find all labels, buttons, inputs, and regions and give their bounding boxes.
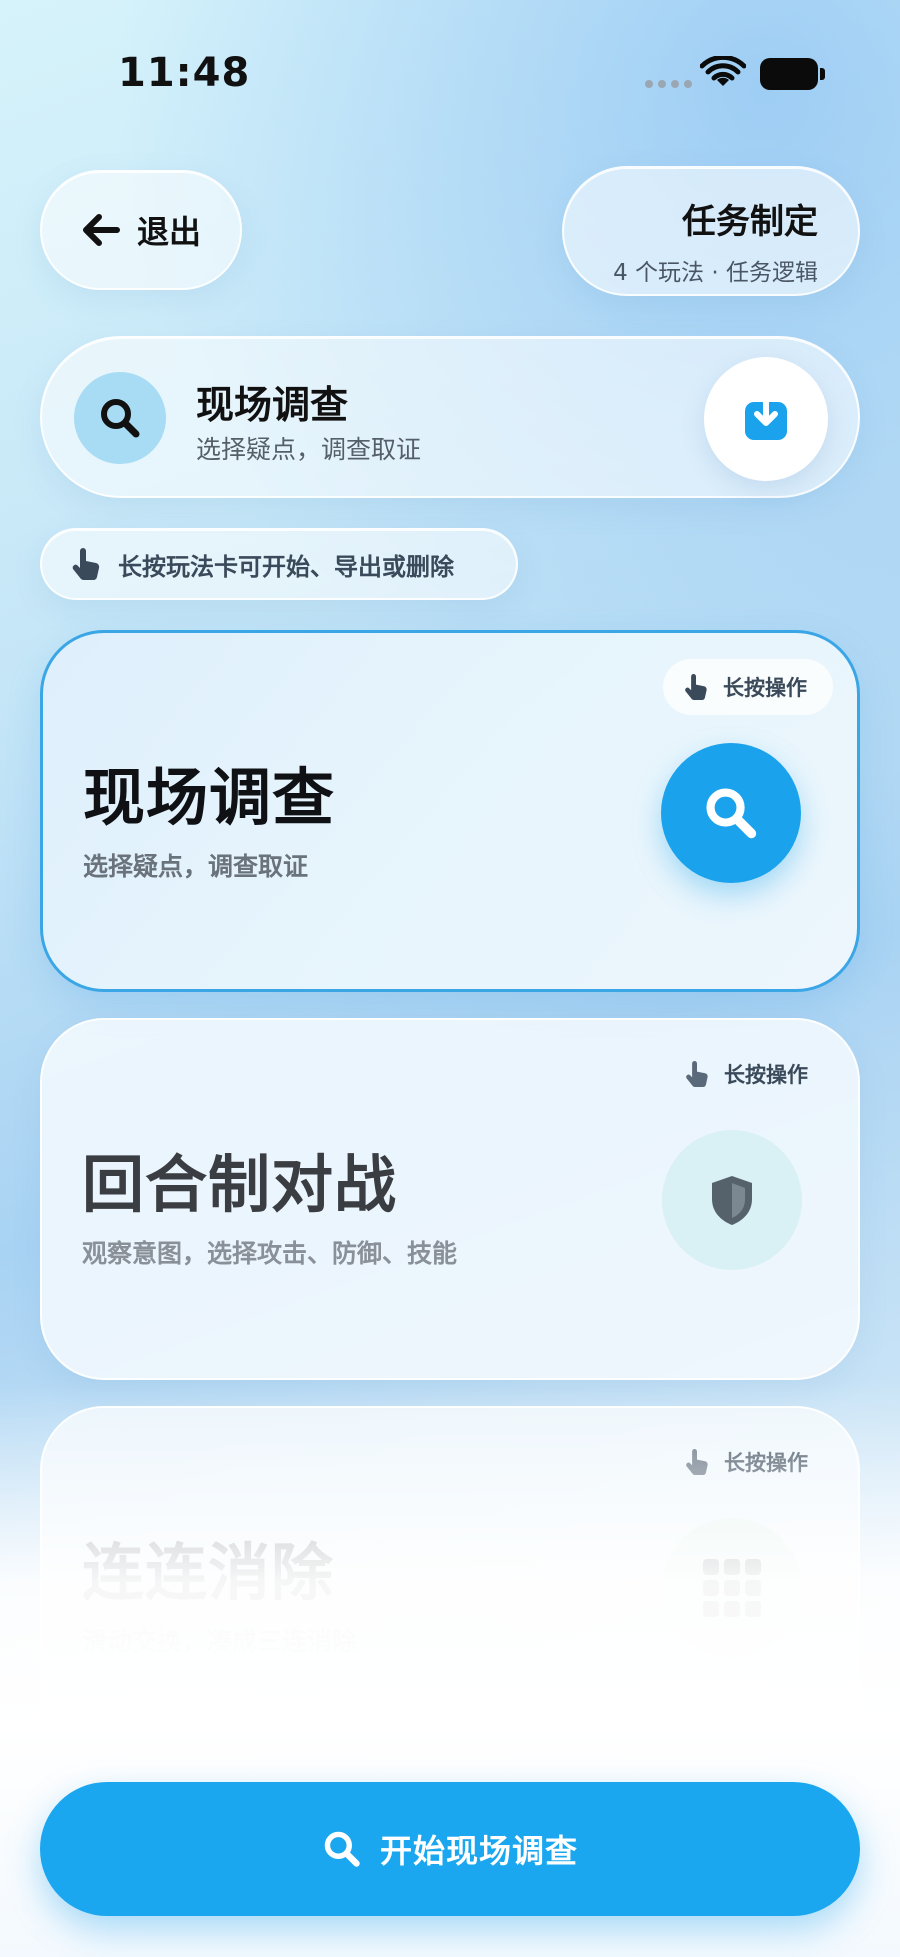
search-icon [324, 1831, 360, 1867]
card-title: 连连消除 [82, 1536, 335, 1609]
long-press-badge: 长按操作 [664, 1434, 834, 1490]
long-press-badge: 长按操作 [664, 1046, 834, 1102]
badge-text: 长按操作 [724, 1451, 808, 1475]
search-icon [74, 372, 166, 464]
export-button[interactable] [704, 357, 828, 481]
arrow-left-icon [82, 214, 120, 246]
search-icon [661, 743, 801, 883]
status-time: 11:48 [118, 50, 251, 96]
hand-pointer-icon [686, 1449, 708, 1476]
task-subtitle: 4 个玩法 · 任务逻辑 [613, 260, 818, 286]
signal-dots-icon [645, 80, 692, 88]
start-button-label: 开始现场调查 [379, 1832, 578, 1870]
hand-pointer-icon [686, 1061, 708, 1088]
download-icon [745, 395, 787, 440]
task-title: 任务制定 [682, 202, 818, 242]
current-mode-subtitle: 选择疑点，调查取证 [196, 435, 422, 464]
card-subtitle: 观察意图，选择攻击、防御、技能 [82, 1239, 458, 1268]
card-title: 现场调查 [83, 761, 336, 834]
battery-icon [760, 58, 825, 90]
exit-label: 退出 [136, 213, 201, 251]
start-button[interactable]: 开始现场调查 [40, 1782, 860, 1916]
badge-text: 长按操作 [723, 676, 807, 700]
card-title: 回合制对战 [82, 1148, 398, 1221]
shield-icon [662, 1130, 802, 1270]
badge-text: 长按操作 [724, 1063, 808, 1087]
mode-card-investigation[interactable]: 长按操作 现场调查 选择疑点，调查取证 [40, 630, 860, 992]
card-subtitle: 选择疑点，调查取证 [83, 852, 309, 881]
current-mode-bar: 现场调查 选择疑点，调查取证 [40, 336, 860, 498]
hand-pointer-icon [72, 548, 100, 581]
task-setup-button[interactable]: 任务制定 4 个玩法 · 任务逻辑 [562, 166, 860, 296]
card-subtitle: 滑动交换，凑成三连消除 [82, 1627, 358, 1656]
mode-card-match-three[interactable]: 长按操作 连连消除 滑动交换，凑成三连消除 [40, 1406, 860, 1768]
long-press-hint: 长按玩法卡可开始、导出或删除 [40, 528, 518, 600]
hint-text: 长按玩法卡可开始、导出或删除 [118, 552, 454, 581]
mode-card-turn-battle[interactable]: 长按操作 回合制对战 观察意图，选择攻击、防御、技能 [40, 1018, 860, 1380]
current-mode-title: 现场调查 [196, 383, 349, 427]
grid-icon [662, 1518, 802, 1658]
exit-button[interactable]: 退出 [40, 170, 242, 290]
wifi-icon [700, 56, 746, 86]
hand-pointer-icon [685, 674, 707, 701]
long-press-badge: 长按操作 [663, 659, 833, 715]
